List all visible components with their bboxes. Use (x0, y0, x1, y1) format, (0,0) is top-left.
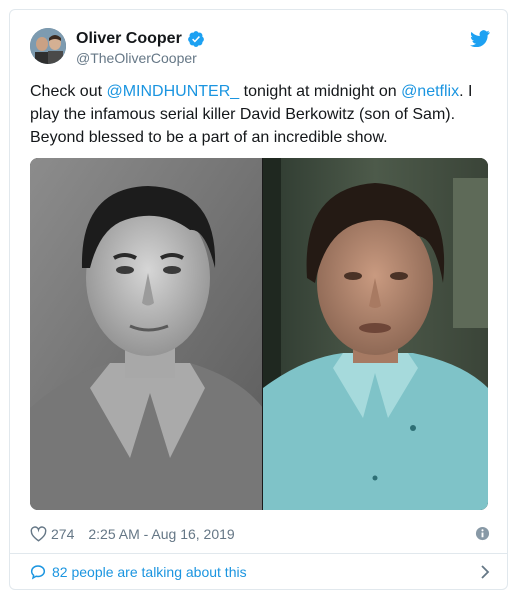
media-image-right[interactable] (263, 158, 488, 510)
chevron-right-icon[interactable] (480, 565, 490, 579)
tweet-text-part-1: Check out (30, 83, 107, 100)
talking-text[interactable]: 82 people are talking about this (52, 564, 247, 580)
author-handle[interactable]: @TheOliverCooper (76, 50, 197, 66)
author-name-line: Oliver Cooper (76, 28, 205, 50)
likes-count: 274 (51, 526, 75, 542)
verified-badge-icon (187, 31, 204, 47)
info-icon[interactable] (475, 526, 490, 541)
tweet-media[interactable] (30, 158, 488, 510)
mention-netflix[interactable]: @netflix (401, 83, 459, 100)
heart-icon[interactable] (30, 526, 47, 542)
media-image-left[interactable] (30, 158, 263, 510)
tweet-header: Oliver Cooper @TheOliverCooper (30, 28, 490, 72)
twitter-bird-icon[interactable] (470, 30, 490, 47)
avatar[interactable] (30, 28, 66, 64)
author-name[interactable]: Oliver Cooper (76, 30, 182, 48)
likes[interactable]: 274 (30, 526, 74, 542)
mention-mindhunter[interactable]: @MINDHUNTER_ (106, 83, 239, 100)
tweet-card[interactable]: Oliver Cooper @TheOliverCooper Check out… (9, 9, 508, 590)
tweet-text-part-2: tonight at midnight on (239, 83, 402, 100)
talking-link[interactable]: 82 people are talking about this (30, 554, 490, 590)
tweet-meta: 274 2:25 AM - Aug 16, 2019 (30, 524, 490, 544)
tweet-text: Check out @MINDHUNTER_ tonight at midnig… (30, 80, 492, 149)
speech-bubble-icon (30, 565, 46, 580)
tweet-timestamp[interactable]: 2:25 AM - Aug 16, 2019 (88, 526, 234, 542)
